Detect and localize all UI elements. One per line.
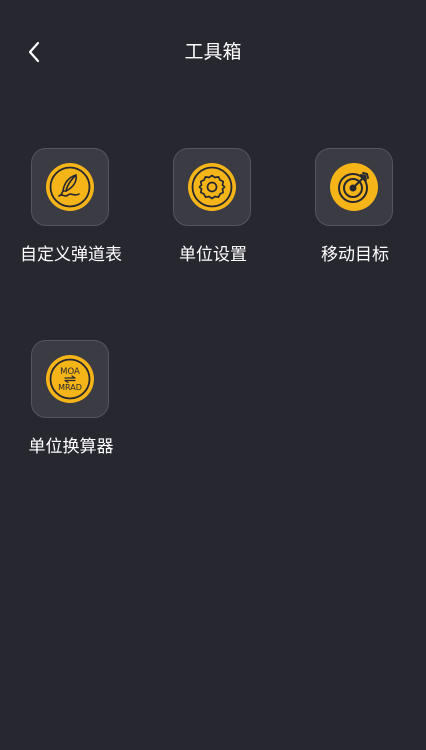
unit-converter-icon: MOA MRAD bbox=[46, 355, 94, 403]
gear-settings-icon bbox=[188, 163, 236, 211]
tool-unit-converter[interactable]: MOA MRAD 单位换算器 bbox=[0, 340, 142, 470]
tool-custom-ballistic-table[interactable]: 自定义弹道表 bbox=[0, 148, 142, 278]
tool-tile bbox=[173, 148, 251, 226]
tool-label: 单位换算器 bbox=[28, 437, 114, 457]
target-arrow-icon bbox=[330, 163, 378, 211]
tool-tile: MOA MRAD bbox=[31, 340, 109, 418]
tool-label: 单位设置 bbox=[179, 245, 247, 265]
tool-label: 自定义弹道表 bbox=[20, 245, 122, 265]
tool-moving-target[interactable]: 移动目标 bbox=[284, 148, 426, 278]
converter-top-text: MOA bbox=[60, 367, 80, 377]
tool-tile bbox=[31, 148, 109, 226]
tool-unit-settings[interactable]: 单位设置 bbox=[142, 148, 284, 278]
page-title: 工具箱 bbox=[184, 41, 242, 63]
tool-tile bbox=[315, 148, 393, 226]
feather-pen-icon bbox=[46, 163, 94, 211]
header: 工具箱 bbox=[0, 0, 426, 104]
converter-bottom-text: MRAD bbox=[58, 383, 82, 392]
tool-label: 移动目标 bbox=[321, 245, 389, 265]
